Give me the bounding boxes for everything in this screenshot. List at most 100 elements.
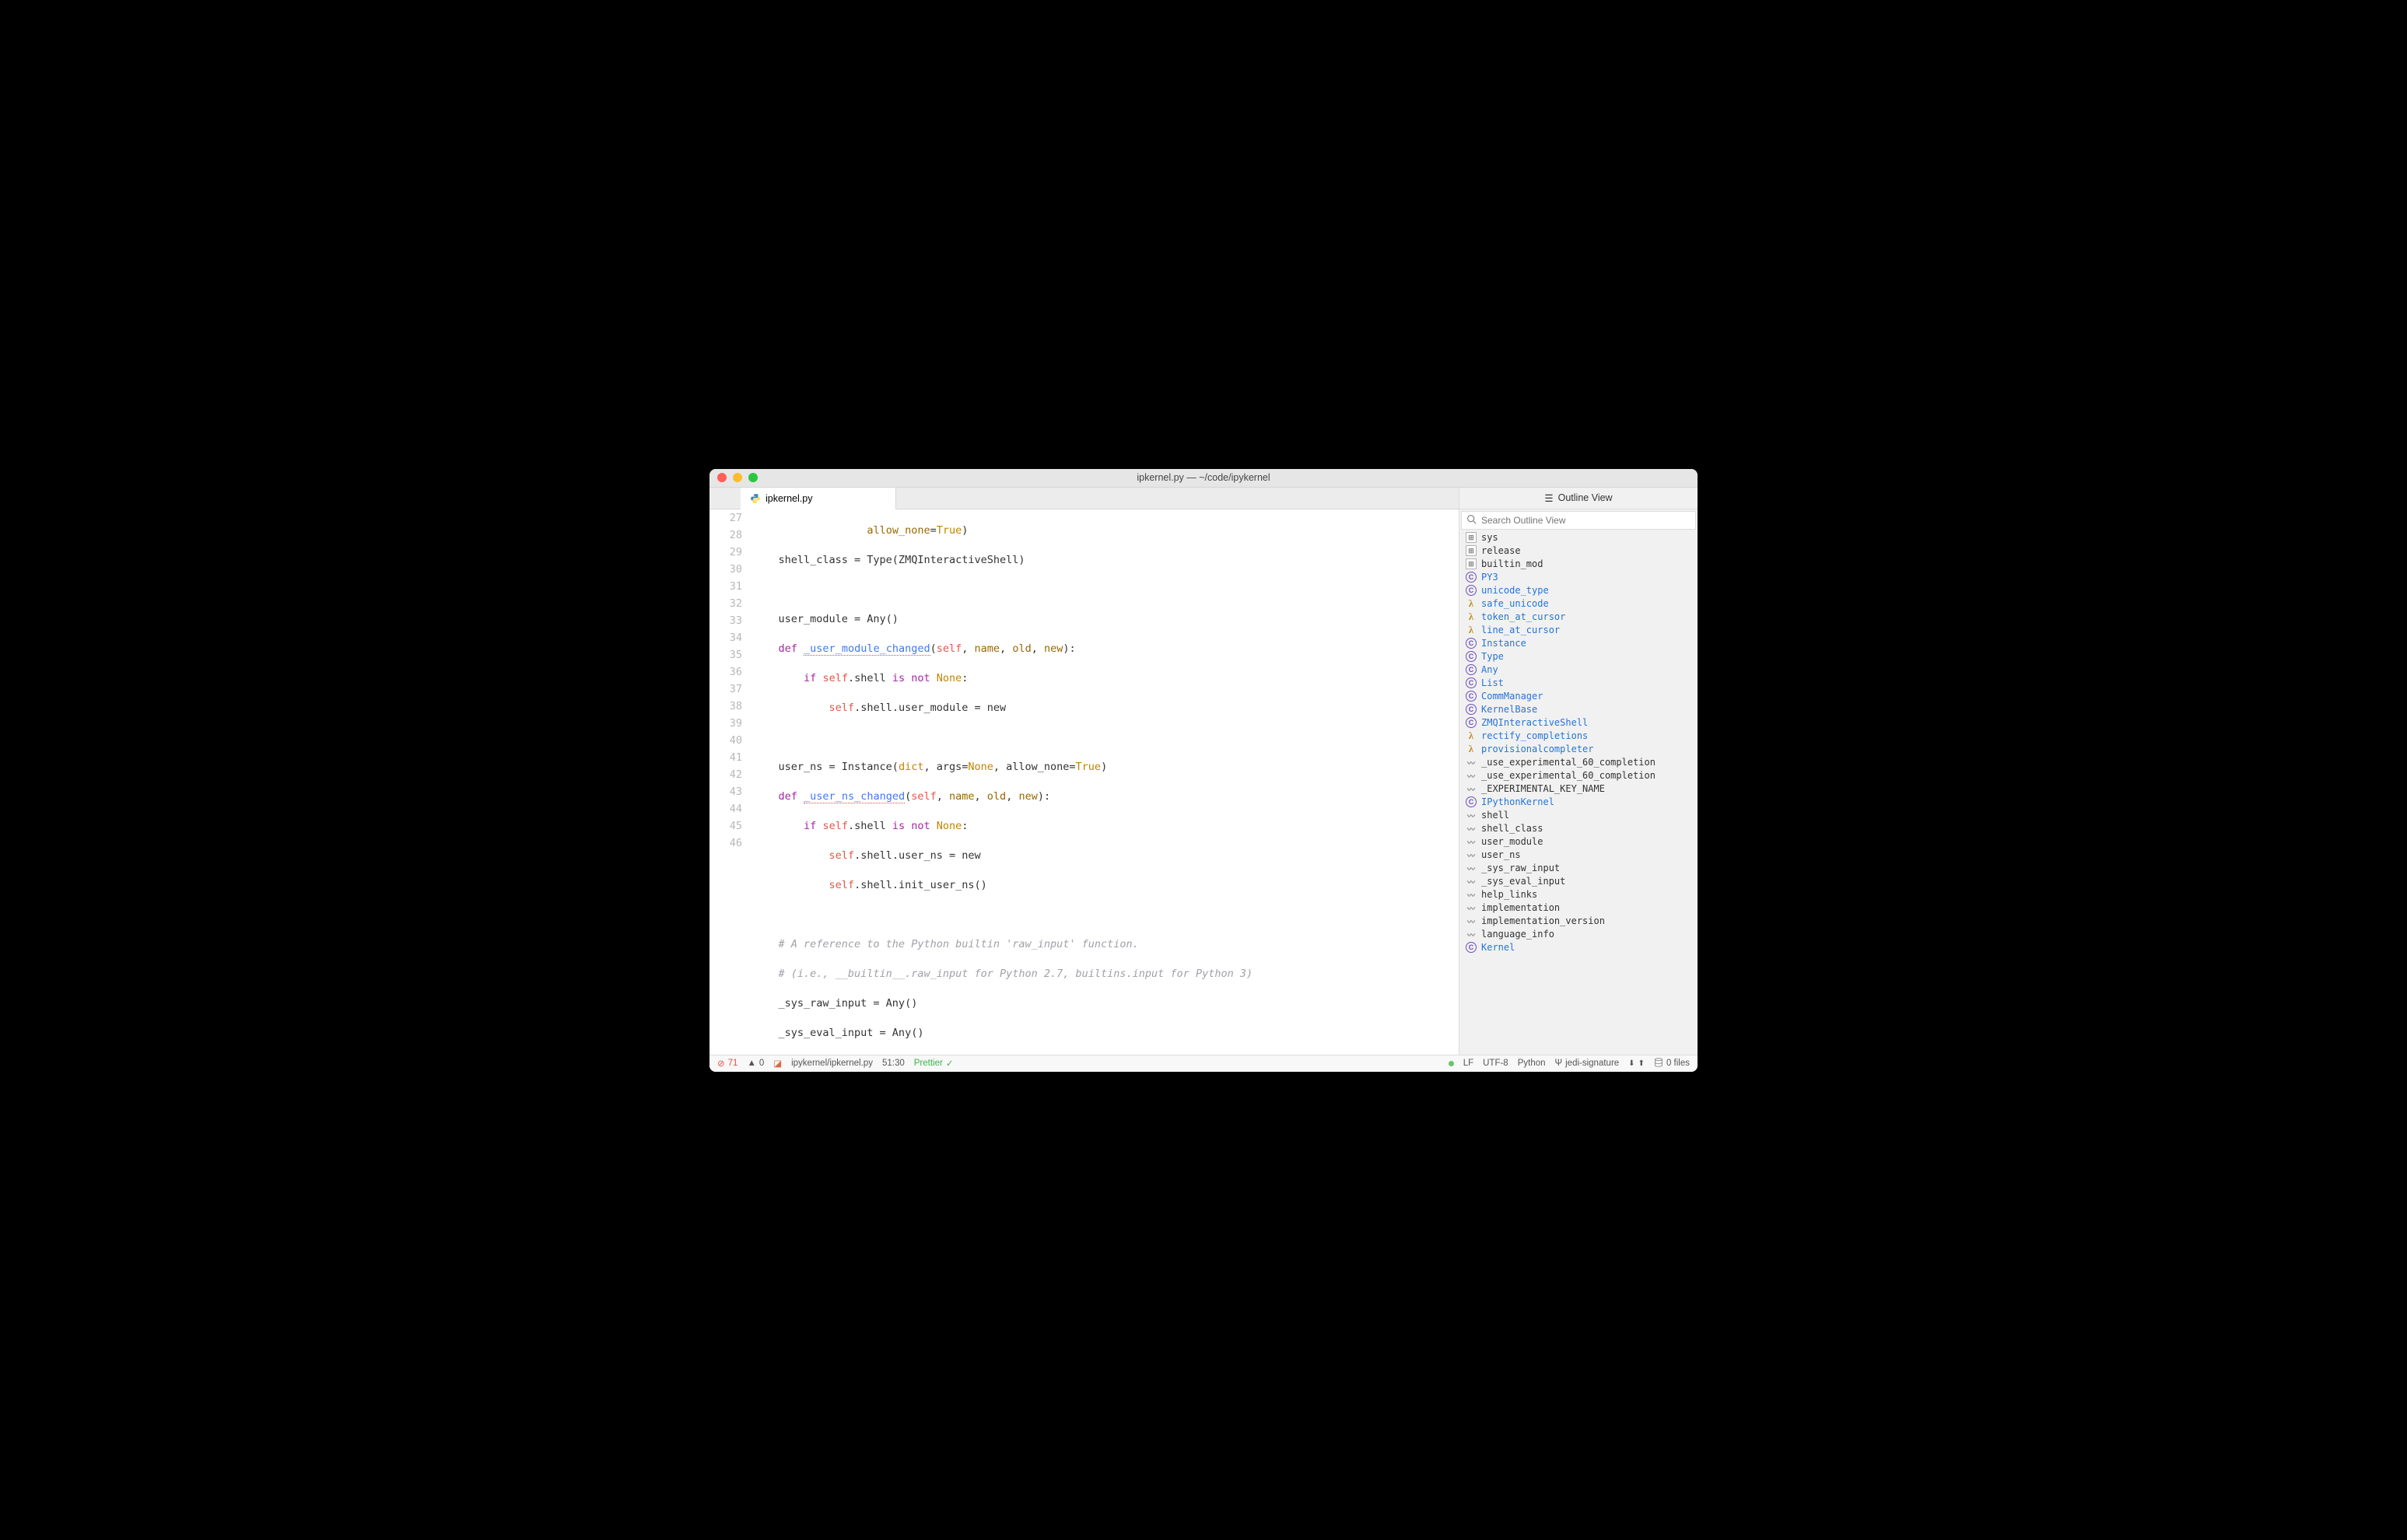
outline-item-label: provisionalcompleter (1481, 744, 1594, 754)
outline-item[interactable]: λsafe_unicode (1459, 597, 1698, 611)
outline-item[interactable]: 〰_sys_eval_input (1459, 875, 1698, 888)
package-icon: ⊞ (1466, 558, 1477, 569)
variable-icon: 〰 (1466, 915, 1477, 926)
outline-search-input[interactable] (1481, 515, 1691, 526)
outline-item-label: Type (1481, 651, 1504, 662)
function-icon: λ (1466, 744, 1477, 754)
window-controls (717, 473, 758, 482)
class-icon: C (1466, 796, 1477, 807)
upload-icon: ⬆ (1638, 1059, 1645, 1068)
outline-item[interactable]: ⊞ sys (1459, 531, 1698, 544)
outline-item-label: _use_experimental_60_completion (1481, 757, 1655, 768)
outline-item[interactable]: 〰language_info (1459, 928, 1698, 941)
outline-item[interactable]: λline_at_cursor (1459, 624, 1698, 637)
outline-item[interactable]: CInstance (1459, 637, 1698, 650)
outline-item[interactable]: C Kernel (1459, 941, 1698, 954)
tab-bar: ipkernel.py (709, 488, 1459, 509)
status-language[interactable]: Python (1518, 1059, 1546, 1068)
outline-item[interactable]: 〰 _use_experimental_60_completion (1459, 756, 1698, 769)
outline-item[interactable]: λtoken_at_cursor (1459, 611, 1698, 624)
package-icon: ⊞ (1466, 545, 1477, 556)
line-number: 41 (709, 749, 753, 766)
outline-item[interactable]: 〰 help_links (1459, 888, 1698, 901)
status-encoding[interactable]: UTF-8 (1483, 1059, 1508, 1068)
outline-item[interactable]: 〰user_ns (1459, 849, 1698, 862)
outline-item-label: line_at_cursor (1481, 625, 1560, 635)
outline-item-label: unicode_type (1481, 585, 1549, 596)
outline-item-label: KernelBase (1481, 704, 1537, 715)
outline-list[interactable]: ⊞sys⊞release⊞builtin_modCPY3Cunicode_typ… (1459, 531, 1698, 1072)
class-icon: C (1466, 638, 1477, 649)
outline-item[interactable]: 〰implementation_version (1459, 915, 1698, 928)
outline-item-label: _sys_raw_input (1481, 863, 1560, 873)
class-icon: C (1466, 942, 1477, 953)
outline-item[interactable]: CIPythonKernel (1459, 796, 1698, 809)
download-icon: ⬇ (1628, 1059, 1634, 1068)
outline-item-label: help_links (1481, 889, 1537, 900)
close-window-button[interactable] (717, 473, 727, 482)
app-window: ipkernel.py — ~/code/ipykernel ipkernel.… (709, 469, 1698, 1072)
outline-item[interactable]: 〰_sys_raw_input (1459, 862, 1698, 875)
status-files[interactable]: 0 files (1654, 1058, 1690, 1069)
outline-item[interactable]: 〰_EXPERIMENTAL_KEY_NAME (1459, 782, 1698, 796)
outline-item[interactable]: 〰_use_experimental_60_completion (1459, 769, 1698, 782)
line-number: 46 (709, 835, 753, 852)
code-editor[interactable]: 2728293031323334353637383940414243444546… (709, 509, 1459, 1072)
branch-icon: Ψ (1555, 1059, 1563, 1068)
line-number: 43 (709, 783, 753, 800)
outline-item[interactable]: 〰 user_module (1459, 835, 1698, 849)
outline-item[interactable]: 〰shell (1459, 809, 1698, 822)
variable-icon: 〰 (1466, 849, 1477, 860)
outline-item-label: user_module (1481, 836, 1543, 847)
list-icon: ☰ (1544, 492, 1553, 504)
variable-icon: 〰 (1466, 889, 1477, 900)
outline-search[interactable] (1461, 511, 1696, 530)
line-number: 27 (709, 509, 753, 527)
outline-item-label: Any (1481, 664, 1498, 675)
outline-item[interactable]: 〰shell_class (1459, 822, 1698, 835)
code-content[interactable]: allow_none=True) shell_class = Type(ZMQI… (753, 509, 1459, 1072)
tab-ipkernel[interactable]: ipkernel.py (741, 488, 896, 509)
outline-item-label: CommManager (1481, 691, 1543, 702)
outline-item-label: Kernel (1481, 942, 1515, 953)
outline-item[interactable]: ⊞builtin_mod (1459, 558, 1698, 571)
line-number-gutter: 2728293031323334353637383940414243444546 (709, 509, 753, 1072)
status-jedi[interactable]: Ψ jedi-signature (1555, 1059, 1620, 1068)
class-icon: C (1466, 585, 1477, 596)
outline-item[interactable]: CCommManager (1459, 690, 1698, 703)
variable-icon: 〰 (1466, 836, 1477, 847)
outline-item[interactable]: 〰implementation (1459, 901, 1698, 915)
outline-item[interactable]: CKernelBase (1459, 703, 1698, 716)
variable-icon: 〰 (1466, 757, 1477, 768)
outline-item-label: rectify_completions (1481, 730, 1588, 741)
outline-item[interactable]: C List (1459, 677, 1698, 690)
line-number: 32 (709, 595, 753, 612)
outline-item-label: sys (1481, 532, 1498, 543)
outline-item[interactable]: CType (1459, 650, 1698, 663)
package-icon: ⊞ (1466, 532, 1477, 543)
line-number: 36 (709, 663, 753, 681)
outline-item[interactable]: ⊞release (1459, 544, 1698, 558)
line-number: 38 (709, 698, 753, 715)
class-icon: C (1466, 677, 1477, 688)
outline-item[interactable]: Cunicode_type (1459, 584, 1698, 597)
line-number: 35 (709, 646, 753, 663)
fullscreen-window-button[interactable] (748, 473, 758, 482)
variable-icon: 〰 (1466, 783, 1477, 794)
outline-item[interactable]: λrectify_completions (1459, 730, 1698, 743)
outline-item-label: shell (1481, 810, 1509, 821)
titlebar[interactable]: ipkernel.py — ~/code/ipykernel (709, 469, 1698, 488)
minimize-window-button[interactable] (733, 473, 742, 482)
outline-panel: ☰ Outline View ⊞sys⊞release⊞builtin_modC… (1459, 488, 1698, 1072)
class-icon: C (1466, 664, 1477, 675)
status-sync[interactable]: ⬇ ⬆ (1628, 1059, 1645, 1068)
outline-item[interactable]: C Any (1459, 663, 1698, 677)
outline-header: ☰ Outline View (1459, 488, 1698, 509)
outline-item[interactable]: CPY3 (1459, 571, 1698, 584)
outline-item-label: ZMQInteractiveShell (1481, 717, 1588, 728)
function-icon: λ (1466, 598, 1477, 609)
outline-item[interactable]: CZMQInteractiveShell (1459, 716, 1698, 730)
outline-item-label: List (1481, 677, 1504, 688)
status-line-endings[interactable]: LF (1463, 1059, 1473, 1068)
outline-item[interactable]: λ provisionalcompleter (1459, 743, 1698, 756)
